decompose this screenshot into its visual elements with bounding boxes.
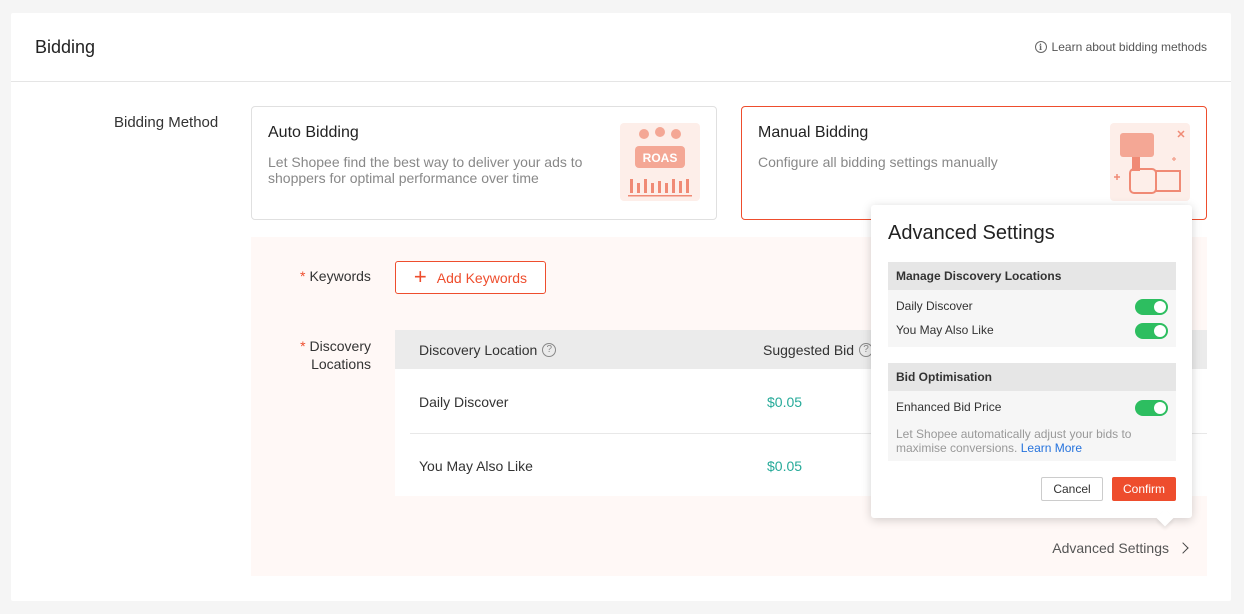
question-icon[interactable]: ? bbox=[542, 343, 557, 357]
learn-bidding-methods-link[interactable]: i Learn about bidding methods bbox=[1034, 40, 1207, 54]
toggle-label-enhanced-bid: Enhanced Bid Price bbox=[896, 400, 1002, 414]
advanced-settings-label: Advanced Settings bbox=[1052, 540, 1169, 556]
table-row-location: You May Also Like bbox=[419, 458, 533, 474]
discovery-label-line1: Discovery bbox=[309, 338, 371, 354]
advanced-settings-link[interactable]: Advanced Settings bbox=[1052, 540, 1189, 556]
popover-title: Advanced Settings bbox=[888, 222, 1055, 244]
manual-bidding-title: Manual Bidding bbox=[758, 124, 869, 141]
info-icon: i bbox=[1034, 41, 1047, 53]
column-bid-label: Suggested Bid bbox=[763, 342, 855, 358]
learn-link-label: Learn about bidding methods bbox=[1051, 40, 1207, 54]
bid-optimisation-section: Bid Optimisation Enhanced Bid Price Let … bbox=[888, 363, 1176, 461]
page-title: Bidding bbox=[35, 37, 96, 57]
column-location-label: Discovery Location bbox=[419, 342, 538, 358]
required-marker: * bbox=[300, 338, 306, 354]
you-may-also-like-toggle[interactable] bbox=[1135, 323, 1168, 339]
toggle-label-you-may-also-like: You May Also Like bbox=[896, 323, 994, 337]
daily-discover-toggle[interactable] bbox=[1135, 299, 1168, 315]
advanced-settings-popover: Advanced Settings Manage Discovery Locat… bbox=[871, 205, 1192, 527]
enhanced-bid-hint-text: Let Shopee automatically adjust your bid… bbox=[896, 427, 1132, 455]
bidding-method-label: Bidding Method bbox=[114, 114, 219, 131]
column-header-location: Discovery Location ? bbox=[419, 342, 557, 358]
add-keywords-label: Add Keywords bbox=[436, 269, 528, 286]
enhanced-bid-hint: Let Shopee automatically adjust your bid… bbox=[896, 427, 1166, 455]
column-header-suggested-bid: Suggested Bid ? bbox=[763, 342, 874, 358]
auto-bidding-option[interactable]: Auto Bidding Let Shopee find the best wa… bbox=[251, 106, 717, 220]
enhanced-bid-price-toggle[interactable] bbox=[1135, 400, 1168, 416]
keywords-label-text: Keywords bbox=[309, 268, 371, 284]
card-header: Bidding i Learn about bidding methods bbox=[11, 13, 1231, 82]
required-marker: * bbox=[300, 268, 306, 284]
roas-badge-text: ROAS bbox=[643, 151, 678, 165]
keywords-label: * Keywords bbox=[300, 267, 371, 285]
plus-icon: + bbox=[413, 263, 427, 289]
add-keywords-button[interactable]: + Add Keywords bbox=[395, 261, 546, 294]
discovery-label-line2: Locations bbox=[311, 356, 371, 372]
toggle-label-daily-discover: Daily Discover bbox=[896, 299, 973, 313]
manual-bidding-option[interactable]: Manual Bidding Configure all bidding set… bbox=[741, 106, 1207, 220]
auto-bidding-description: Let Shopee find the best way to deliver … bbox=[268, 154, 583, 186]
table-row-bid: $0.05 bbox=[767, 458, 803, 474]
bid-optimisation-heading: Bid Optimisation bbox=[888, 363, 1176, 391]
discovery-locations-label: * Discovery Locations bbox=[299, 337, 371, 373]
learn-more-link[interactable]: Learn More bbox=[1021, 441, 1082, 455]
confirm-button[interactable]: Confirm bbox=[1112, 477, 1176, 501]
cancel-button[interactable]: Cancel bbox=[1041, 477, 1103, 501]
gavel-illustration bbox=[1110, 123, 1190, 201]
manage-discovery-heading: Manage Discovery Locations bbox=[888, 262, 1176, 290]
manage-discovery-section: Manage Discovery Locations Daily Discove… bbox=[888, 262, 1176, 347]
table-row-bid: $0.05 bbox=[767, 394, 803, 410]
auto-bidding-title: Auto Bidding bbox=[268, 124, 359, 141]
table-row-location: Daily Discover bbox=[419, 394, 509, 410]
roas-illustration: ROAS bbox=[620, 123, 700, 201]
manual-bidding-description: Configure all bidding settings manually bbox=[758, 154, 998, 170]
chevron-right-icon bbox=[1177, 542, 1189, 554]
